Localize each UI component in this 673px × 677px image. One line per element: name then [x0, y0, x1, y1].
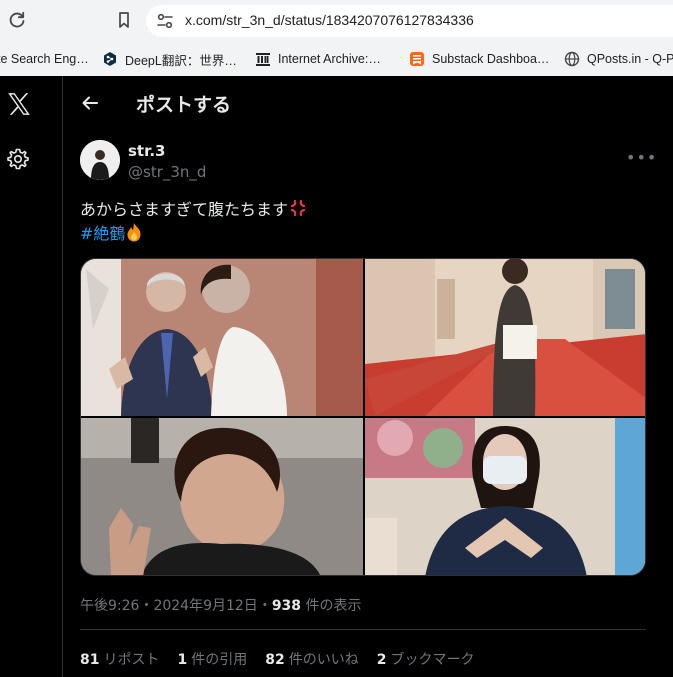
archive-icon [256, 53, 270, 66]
bookmark-star-icon[interactable] [114, 10, 134, 30]
bookmark-label: QPosts.in - Q-Po [587, 52, 673, 66]
settings-gear-icon[interactable] [6, 147, 30, 171]
tweet-meta: 午後9:26・2024年9月12日・938 件の表示 [80, 595, 362, 615]
stat-count: 2 [376, 652, 387, 668]
bookmark-item-archive[interactable]: Internet Archive:… [255, 49, 381, 69]
display-name[interactable]: str.3 [128, 142, 166, 160]
hashtag-link[interactable]: #絶鶴 [80, 224, 125, 243]
stat-quotes[interactable]: 1 件の引用 [177, 649, 247, 669]
stat-label: ブックマーク [390, 652, 475, 668]
separator: ・ [257, 598, 272, 614]
tweet-date[interactable]: 2024年9月12日 [153, 598, 257, 614]
deepl-icon [104, 52, 116, 66]
fire-emoji-icon [127, 223, 141, 242]
views-count: 938 [271, 598, 302, 614]
tweet-photo[interactable] [365, 418, 645, 575]
bookmark-item-qposts[interactable]: QPosts.in - Q-Po [564, 49, 673, 69]
url-text[interactable]: x.com/str_3n_d/status/183420707612783433… [185, 12, 474, 28]
stat-label: リポスト [103, 652, 160, 668]
divider [80, 629, 646, 630]
tweet-body: あからさますぎて腹たちます [80, 200, 289, 219]
bookmark-item-substack[interactable]: Substack Dashboa… [409, 49, 549, 69]
more-options-icon[interactable]: ••• [626, 148, 657, 167]
separator: ・ [139, 598, 154, 614]
tweet-photo[interactable] [365, 259, 645, 416]
tweet-line-1: あからさますぎて腹たちます [80, 198, 308, 222]
stat-likes[interactable]: 82 件のいいね [265, 649, 358, 669]
x-logo-icon[interactable] [6, 91, 32, 117]
photo-scene-icon [81, 259, 363, 416]
anger-emoji-icon [290, 199, 306, 217]
reload-icon[interactable] [7, 10, 27, 30]
tweet-time[interactable]: 午後9:26 [80, 598, 139, 614]
page-title: ポストする [136, 94, 232, 116]
bookmarks-bar: te Search Eng… DeepL翻訳：世界… Internet Arch… [0, 42, 673, 76]
stat-count: 82 [265, 652, 285, 668]
substack-icon [410, 52, 424, 66]
back-arrow-icon[interactable] [80, 93, 100, 113]
address-row: x.com/str_3n_d/status/183420707612783433… [0, 0, 673, 42]
bookmark-label: Substack Dashboa… [432, 52, 550, 66]
stat-count: 1 [177, 652, 188, 668]
stat-label: 件のいいね [288, 652, 359, 668]
bookmark-label: te Search Eng… [0, 52, 89, 66]
photo-scene-icon [365, 259, 645, 416]
tweet-text: あからさますぎて腹たちます #絶鶴 [80, 198, 308, 246]
user-handle[interactable]: @str_3n_d [128, 163, 206, 181]
url-bar[interactable]: x.com/str_3n_d/status/183420707612783433… [146, 5, 673, 37]
stat-count: 81 [80, 652, 100, 668]
photo-scene-icon [365, 418, 645, 575]
globe-icon [564, 51, 580, 67]
engagement-stats: 81 リポスト 1 件の引用 82 件のいいね 2 ブックマーク [80, 649, 492, 669]
stat-reposts[interactable]: 81 リポスト [80, 649, 159, 669]
tweet-media-grid [80, 258, 646, 576]
bookmark-label: Internet Archive:… [278, 52, 381, 66]
tweet-line-2: #絶鶴 [80, 222, 308, 246]
avatar-figure-icon [80, 140, 120, 180]
photo-scene-icon [81, 418, 363, 575]
tweet-photo[interactable] [81, 259, 363, 416]
bookmark-item-deepl[interactable]: DeepL翻訳：世界… [102, 49, 237, 69]
x-app: ポストする str.3 @str_3n_d ••• あからさますぎて腹たちます … [0, 76, 673, 677]
bookmark-label: DeepL翻訳：世界… [125, 53, 237, 68]
browser-chrome: x.com/str_3n_d/status/183420707612783433… [0, 0, 673, 76]
views-label: 件の表示 [305, 598, 362, 614]
bookmark-item[interactable]: te Search Eng… [0, 49, 89, 69]
left-nav-rail [0, 76, 63, 677]
avatar[interactable] [80, 140, 120, 180]
tweet-photo[interactable] [81, 418, 363, 575]
stat-bookmarks[interactable]: 2 ブックマーク [377, 649, 475, 669]
site-settings-icon[interactable] [156, 12, 174, 30]
stat-label: 件の引用 [191, 652, 248, 668]
